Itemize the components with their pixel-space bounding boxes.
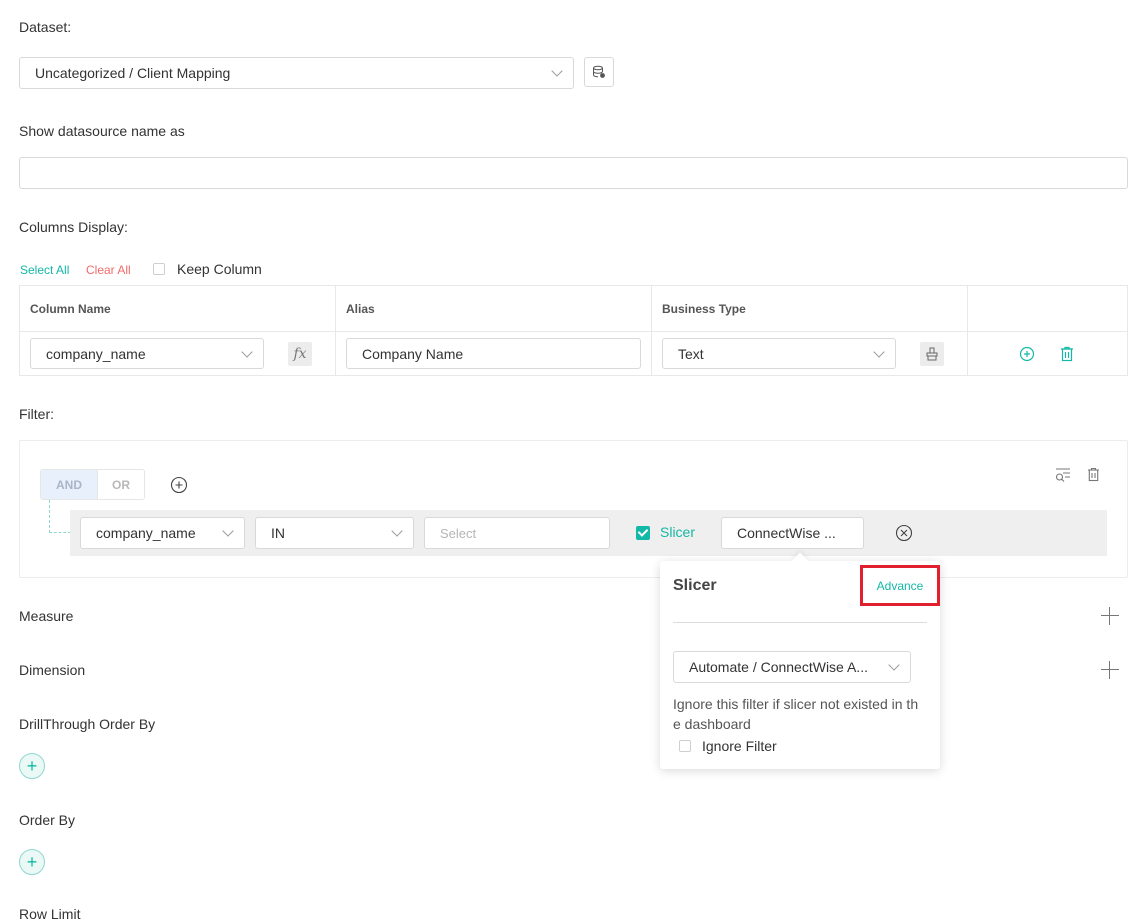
and-button[interactable]: AND — [41, 470, 97, 499]
business-type-value: Text — [678, 345, 704, 362]
tree-connector — [49, 500, 71, 533]
trash-icon[interactable] — [1060, 346, 1074, 362]
datasource-name-label: Show datasource name as — [19, 123, 185, 139]
columns-table: Column Name Alias Business Type company_… — [19, 285, 1128, 376]
chevron-down-icon — [873, 345, 885, 358]
keep-column-label: Keep Column — [177, 261, 262, 277]
ignore-help-line-1: Ignore this filter if slicer not existed… — [673, 696, 919, 712]
datasource-name-input[interactable] — [19, 157, 1128, 189]
chevron-down-icon — [888, 659, 900, 671]
slicer-popover: Slicer Advance Automate / ConnectWise A.… — [660, 552, 940, 769]
dimension-label: Dimension — [19, 662, 86, 678]
filter-panel — [19, 440, 1128, 578]
add-dimension-icon[interactable] — [1101, 661, 1119, 679]
brush-icon — [926, 347, 938, 361]
slicer-target-select[interactable]: Automate / ConnectWise A... — [673, 651, 911, 683]
plus-icon: + — [26, 756, 38, 776]
slicer-popover-title: Slicer — [673, 577, 717, 594]
table-row: company_name fx — [20, 331, 336, 376]
filter-operator-value: IN — [271, 525, 285, 541]
format-button[interactable] — [920, 342, 944, 366]
header-actions — [968, 286, 1127, 331]
ignore-filter-label: Ignore Filter — [702, 738, 777, 754]
measure-label: Measure — [19, 608, 74, 624]
select-all-link[interactable]: Select All — [20, 263, 69, 277]
header-alias: Alias — [336, 286, 652, 331]
or-button[interactable]: OR — [97, 470, 144, 499]
dataset-label: Dataset: — [19, 19, 72, 35]
filter-field-select[interactable]: company_name — [80, 517, 245, 549]
filter-label: Filter: — [19, 406, 54, 422]
function-button[interactable]: fx — [288, 342, 312, 366]
slicer-label: Slicer — [660, 524, 696, 540]
database-icon — [593, 65, 605, 78]
row-limit-label: Row Limit — [19, 906, 81, 922]
chevron-down-icon — [551, 65, 563, 77]
slicer-target-value: Automate / ConnectWise A... — [689, 659, 868, 675]
logic-toggle: AND OR — [40, 469, 145, 500]
chevron-down-icon — [222, 525, 234, 537]
add-circle-icon[interactable] — [1019, 346, 1035, 362]
dataset-select[interactable]: Uncategorized / Client Mapping — [19, 57, 574, 89]
chevron-down-icon — [241, 345, 253, 358]
business-type-cell: Text — [652, 331, 968, 376]
chevron-down-icon — [391, 525, 403, 537]
add-drillthrough-button[interactable]: + — [19, 753, 45, 779]
keep-column-checkbox[interactable] — [153, 263, 165, 275]
ignore-help-text: Ignore this filter if slicer not existed… — [673, 694, 918, 734]
filter-search-icon[interactable] — [1054, 467, 1072, 485]
dataset-settings-button[interactable] — [584, 57, 614, 87]
plus-icon: + — [26, 852, 38, 872]
filter-operator-select[interactable]: IN — [255, 517, 414, 549]
order-by-label: Order By — [19, 812, 76, 828]
add-measure-icon[interactable] — [1101, 607, 1119, 625]
alias-input[interactable]: Company Name — [346, 338, 641, 369]
ignore-filter-checkbox[interactable] — [679, 740, 691, 752]
header-business-type: Business Type — [652, 286, 968, 331]
dataset-select-value: Uncategorized / Client Mapping — [35, 65, 231, 81]
remove-condition-icon[interactable] — [895, 524, 913, 542]
columns-display-label: Columns Display: — [19, 219, 128, 235]
column-name-value: company_name — [46, 345, 146, 362]
add-condition-icon[interactable] — [170, 476, 188, 494]
filter-delete-icon[interactable] — [1087, 467, 1100, 482]
clear-all-link[interactable]: Clear All — [86, 263, 131, 277]
column-name-select[interactable]: company_name — [30, 338, 264, 369]
header-column-name: Column Name — [20, 286, 336, 331]
add-order-by-button[interactable]: + — [19, 849, 45, 875]
divider — [673, 622, 927, 623]
drillthrough-label: DrillThrough Order By — [19, 716, 156, 732]
slicer-checkbox[interactable] — [636, 526, 650, 540]
slicer-value-button[interactable]: ConnectWise ... — [721, 517, 864, 549]
filter-value-select[interactable]: Select — [424, 517, 610, 549]
business-type-select[interactable]: Text — [662, 338, 896, 369]
actions-cell — [968, 331, 1127, 376]
advance-button[interactable]: Advance — [860, 565, 940, 606]
ignore-help-line-2: e dashboard — [673, 716, 751, 732]
filter-field-value: company_name — [96, 525, 196, 541]
alias-cell: Company Name — [336, 331, 652, 376]
